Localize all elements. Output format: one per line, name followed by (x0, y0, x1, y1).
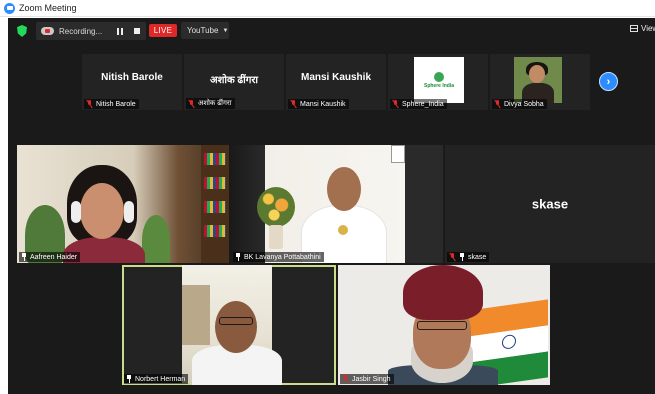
mic-muted-icon (392, 100, 399, 108)
participant-name: Nitish Barole (96, 100, 136, 108)
video-tile-skase[interactable]: skase skase (445, 145, 655, 263)
participant-label: Jasbir Singh (340, 374, 394, 384)
sphere-india-logo: Sphere India (414, 57, 464, 103)
participant-label: Nitish Barole (84, 99, 139, 109)
strip-tile-nitish[interactable]: Nitish Barole Nitish Barole (82, 54, 182, 110)
participant-photo (514, 57, 562, 103)
video-tile-norbert-active-speaker[interactable]: Norbert Herman (122, 265, 336, 385)
pin-icon (126, 375, 132, 383)
zoom-logo-icon (4, 2, 15, 14)
strip-tile-ashok[interactable]: अशोक ढींगरा अशोक ढींगरा (184, 54, 284, 110)
title-bar: Zoom Meeting (0, 0, 655, 17)
strip-tile-sphere-india[interactable]: Sphere India Sphere_India (388, 54, 488, 110)
video-tile-jasbir[interactable]: Jasbir Singh (338, 265, 550, 385)
participant-name: Aafreen Haider (30, 253, 78, 261)
participant-name: Norbert Herman (135, 375, 186, 383)
participant-display-name: अशोक ढींगरा (209, 75, 259, 86)
grid-view-icon (630, 25, 638, 32)
participant-label: अशोक ढींगरा (186, 98, 235, 109)
video-tile-lavanya[interactable]: BK Lavanya Pottabathini (231, 145, 443, 263)
next-page-arrow-icon[interactable]: › (599, 72, 618, 91)
globe-icon (434, 71, 444, 82)
participant-name: Divya Sobha (504, 100, 544, 108)
meeting-area: Recording... LIVE YouTube ▼ View Nitish … (8, 18, 655, 394)
caret-down-icon: ▼ (222, 27, 229, 34)
participant-name: Sphere_India (402, 100, 444, 108)
flowers-decoration (257, 187, 295, 227)
participant-label: Norbert Herman (124, 374, 189, 384)
logo-text: Sphere India (423, 82, 454, 89)
recording-label: Recording... (59, 26, 103, 36)
stream-target-dropdown[interactable]: YouTube ▼ (181, 22, 229, 39)
live-badge: LIVE (149, 24, 177, 37)
mic-muted-icon (290, 100, 297, 108)
security-shield-icon[interactable] (17, 25, 27, 37)
stop-recording-button[interactable] (131, 25, 143, 37)
pin-icon (459, 253, 465, 261)
participant-name: skase (468, 253, 487, 261)
meeting-top-bar: Recording... LIVE YouTube ▼ View (8, 18, 655, 44)
pin-icon (21, 253, 27, 261)
view-button[interactable]: View (630, 24, 655, 33)
mic-muted-icon (342, 375, 349, 383)
mic-muted-icon (188, 99, 195, 108)
strip-tile-divya[interactable]: Divya Sobha (490, 54, 590, 110)
participant-display-name: Mansi Kaushik (300, 72, 372, 83)
video-tile-aafreen[interactable]: Aafreen Haider (17, 145, 229, 263)
pin-icon (235, 253, 241, 261)
participant-display-name: skase (531, 196, 569, 212)
mic-muted-icon (86, 100, 93, 108)
mic-muted-icon (449, 253, 456, 261)
participant-name: BK Lavanya Pottabathini (244, 253, 321, 261)
participant-name: अशोक ढींगरा (198, 100, 232, 107)
participant-label: Divya Sobha (492, 99, 547, 109)
mic-muted-icon (494, 100, 501, 108)
participant-label: Mansi Kaushik (288, 99, 349, 109)
window-title: Zoom Meeting (19, 3, 77, 13)
participant-label: skase (447, 252, 490, 262)
stream-target-label: YouTube (187, 26, 219, 35)
recording-indicator[interactable]: Recording... (36, 22, 146, 40)
headset-icon (71, 201, 81, 223)
view-label: View (641, 24, 655, 33)
participant-name: Mansi Kaushik (300, 100, 346, 108)
participant-display-name: Nitish Barole (101, 72, 163, 83)
pause-recording-button[interactable] (113, 25, 127, 37)
participant-label: BK Lavanya Pottabathini (233, 252, 324, 262)
participant-label: Aafreen Haider (19, 252, 81, 262)
participant-label: Sphere_India (390, 99, 447, 109)
strip-tile-mansi[interactable]: Mansi Kaushik Mansi Kaushik (286, 54, 386, 110)
cloud-record-icon (41, 27, 54, 35)
participant-name: Jasbir Singh (352, 375, 391, 383)
